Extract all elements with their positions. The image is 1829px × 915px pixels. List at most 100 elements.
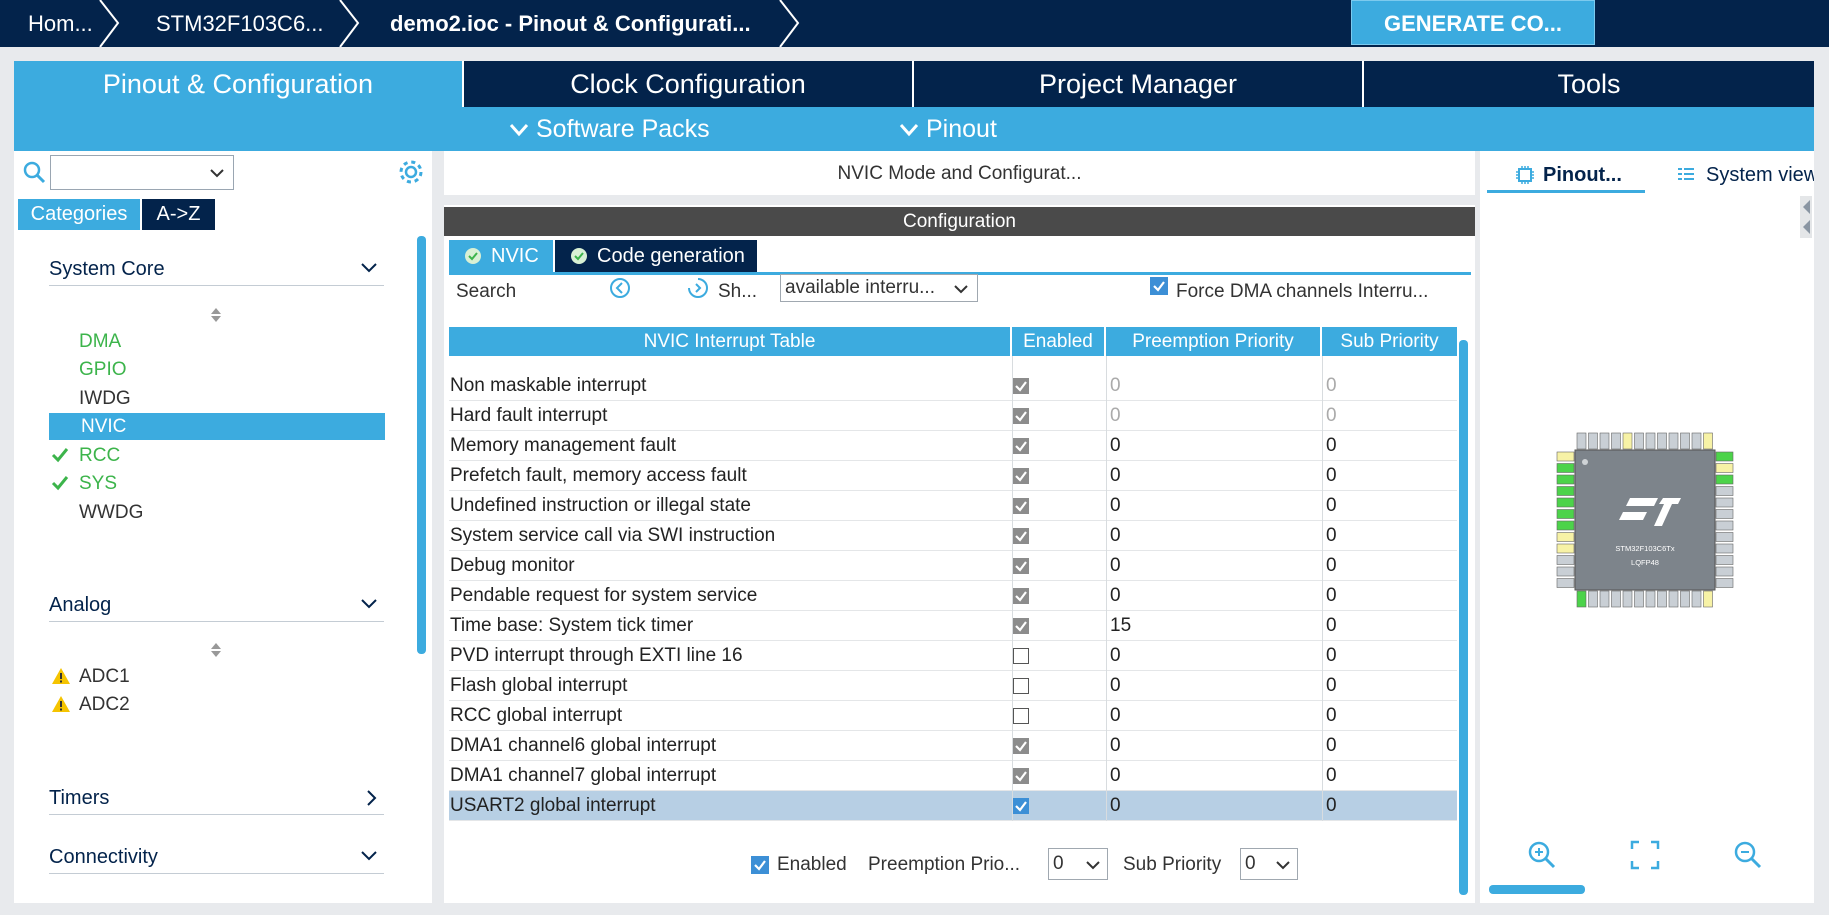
search-next-icon[interactable] <box>686 276 710 300</box>
chip-pin[interactable] <box>1556 555 1575 565</box>
chip-pin[interactable] <box>1556 497 1575 508</box>
preemption-priority-cell[interactable]: 0 <box>1110 791 1121 821</box>
tree-item-nvic[interactable]: NVIC <box>49 413 385 440</box>
chip-pin[interactable] <box>1556 451 1575 462</box>
sub-priority-cell[interactable]: 0 <box>1326 671 1337 701</box>
a-to-z-button[interactable]: A->Z <box>142 199 215 230</box>
search-icon[interactable] <box>22 160 46 184</box>
pinout-horizontal-scrollbar[interactable] <box>1489 885 1585 894</box>
table-row[interactable]: Hard fault interrupt 0 0 <box>449 401 1457 431</box>
col-header-sub-priority[interactable]: Sub Priority <box>1322 327 1457 356</box>
subtab-code-generation[interactable]: Code generation <box>555 240 757 272</box>
preemption-priority-cell[interactable]: 0 <box>1110 431 1121 461</box>
preemption-priority-cell[interactable]: 0 <box>1110 671 1121 701</box>
chip-pin[interactable] <box>1645 432 1656 450</box>
zoom-out-icon[interactable] <box>1733 840 1763 870</box>
chip-pin[interactable] <box>1622 590 1633 608</box>
chevron-down-icon[interactable] <box>953 284 969 294</box>
tree-item-rcc[interactable]: RCC <box>49 442 385 469</box>
enabled-checkbox[interactable] <box>1013 528 1029 544</box>
left-scrollbar[interactable] <box>417 236 426 654</box>
table-row[interactable]: Memory management fault 0 0 <box>449 431 1457 461</box>
chip-pin[interactable] <box>1634 432 1644 450</box>
chevron-right-icon[interactable] <box>366 789 378 807</box>
interrupt-filter-select[interactable]: available interru... <box>780 274 978 302</box>
collapse-handle[interactable] <box>1800 196 1812 238</box>
chevron-down-icon[interactable] <box>360 598 378 610</box>
chip-pin[interactable] <box>1588 590 1598 608</box>
sub-priority-cell[interactable]: 0 <box>1326 521 1337 551</box>
chip-pin[interactable] <box>1715 463 1734 473</box>
tree-item-dma[interactable]: DMA <box>49 328 385 355</box>
section-system-core[interactable]: System Core <box>49 252 384 286</box>
sort-icon[interactable] <box>209 642 223 658</box>
chevron-down-icon[interactable] <box>1085 860 1101 870</box>
chip-pin[interactable] <box>1715 578 1734 588</box>
chip-pin[interactable] <box>1657 590 1667 608</box>
preemption-priority-cell[interactable]: 15 <box>1110 611 1131 641</box>
sub-priority-cell[interactable]: 0 <box>1326 641 1337 671</box>
chip-pin[interactable] <box>1576 590 1587 608</box>
categories-button[interactable]: Categories <box>18 199 140 230</box>
fit-screen-icon[interactable] <box>1630 840 1660 870</box>
enabled-checkbox[interactable] <box>1013 438 1029 454</box>
chevron-down-icon[interactable] <box>360 262 378 274</box>
chip-pin[interactable] <box>1715 497 1734 508</box>
table-row[interactable]: Prefetch fault, memory access fault 0 0 <box>449 461 1457 491</box>
section-connectivity[interactable]: Connectivity <box>49 840 384 874</box>
gear-icon[interactable] <box>397 158 425 186</box>
tree-item-iwdg[interactable]: IWDG <box>49 385 385 412</box>
enabled-checkbox[interactable] <box>1013 618 1029 634</box>
col-header-preemption[interactable]: Preemption Priority <box>1106 327 1322 356</box>
chip-pin[interactable] <box>1691 590 1702 608</box>
enabled-checkbox[interactable] <box>1013 558 1029 574</box>
breadcrumb-file[interactable]: demo2.ioc - Pinout & Configurati... <box>390 0 751 47</box>
tree-item-sys[interactable]: SYS <box>49 470 385 497</box>
chip-pin[interactable] <box>1715 486 1734 496</box>
chip-pin[interactable] <box>1556 486 1575 496</box>
chip-pin[interactable] <box>1611 432 1621 450</box>
chip-pin[interactable] <box>1715 474 1734 485</box>
table-row[interactable]: PVD interrupt through EXTI line 16 0 0 <box>449 641 1457 671</box>
tab-pinout-configuration[interactable]: Pinout & Configuration <box>14 61 464 107</box>
table-row[interactable]: DMA1 channel7 global interrupt 0 0 <box>449 761 1457 791</box>
chip-pin[interactable] <box>1556 474 1575 485</box>
chip-pin[interactable] <box>1668 590 1679 608</box>
chevron-down-icon[interactable] <box>1275 860 1291 870</box>
col-header-enabled[interactable]: Enabled <box>1012 327 1106 356</box>
section-timers[interactable]: Timers <box>49 781 384 815</box>
preemption-priority-cell[interactable]: 0 <box>1110 731 1121 761</box>
sub-priority-select[interactable]: 0 <box>1240 848 1298 880</box>
chip-pin[interactable] <box>1703 590 1713 608</box>
sub-priority-cell[interactable]: 0 <box>1326 461 1337 491</box>
chip-pin[interactable] <box>1634 590 1644 608</box>
table-row[interactable]: Non maskable interrupt 0 0 <box>449 371 1457 401</box>
preemption-priority-cell[interactable]: 0 <box>1110 461 1121 491</box>
chip-pin[interactable] <box>1576 432 1587 450</box>
tree-item-adc2[interactable]: ADC2 <box>49 691 385 718</box>
chip-pin[interactable] <box>1715 555 1734 565</box>
chip-pin[interactable] <box>1588 432 1598 450</box>
search-previous-icon[interactable] <box>608 276 632 300</box>
chip-pin[interactable] <box>1599 590 1610 608</box>
tree-item-gpio[interactable]: GPIO <box>49 356 385 383</box>
chip-pin[interactable] <box>1556 520 1575 531</box>
chevron-down-icon[interactable] <box>360 850 378 862</box>
enabled-checkbox[interactable] <box>751 856 769 874</box>
table-row[interactable]: System service call via SWI instruction 0… <box>449 521 1457 551</box>
sub-priority-cell[interactable]: 0 <box>1326 701 1337 731</box>
chip-pin[interactable] <box>1715 566 1734 577</box>
chevron-down-icon[interactable] <box>209 168 225 178</box>
sub-priority-cell[interactable]: 0 <box>1326 371 1337 401</box>
preemption-priority-cell[interactable]: 0 <box>1110 581 1121 611</box>
chip-pin[interactable] <box>1645 590 1656 608</box>
enabled-checkbox[interactable] <box>1013 798 1029 814</box>
chip-pin[interactable] <box>1556 509 1575 519</box>
chip-pinout-diagram[interactable]: STM32F103C6Tx LQFP48 <box>1505 375 1785 645</box>
table-row[interactable]: USART2 global interrupt 0 0 <box>449 791 1457 821</box>
chip-pin[interactable] <box>1599 432 1610 450</box>
force-dma-checkbox[interactable] <box>1150 277 1168 295</box>
tree-item-wwdg[interactable]: WWDG <box>49 499 385 526</box>
col-header-interrupt[interactable]: NVIC Interrupt Table <box>449 327 1012 356</box>
table-row[interactable]: Undefined instruction or illegal state 0 0 <box>449 491 1457 521</box>
